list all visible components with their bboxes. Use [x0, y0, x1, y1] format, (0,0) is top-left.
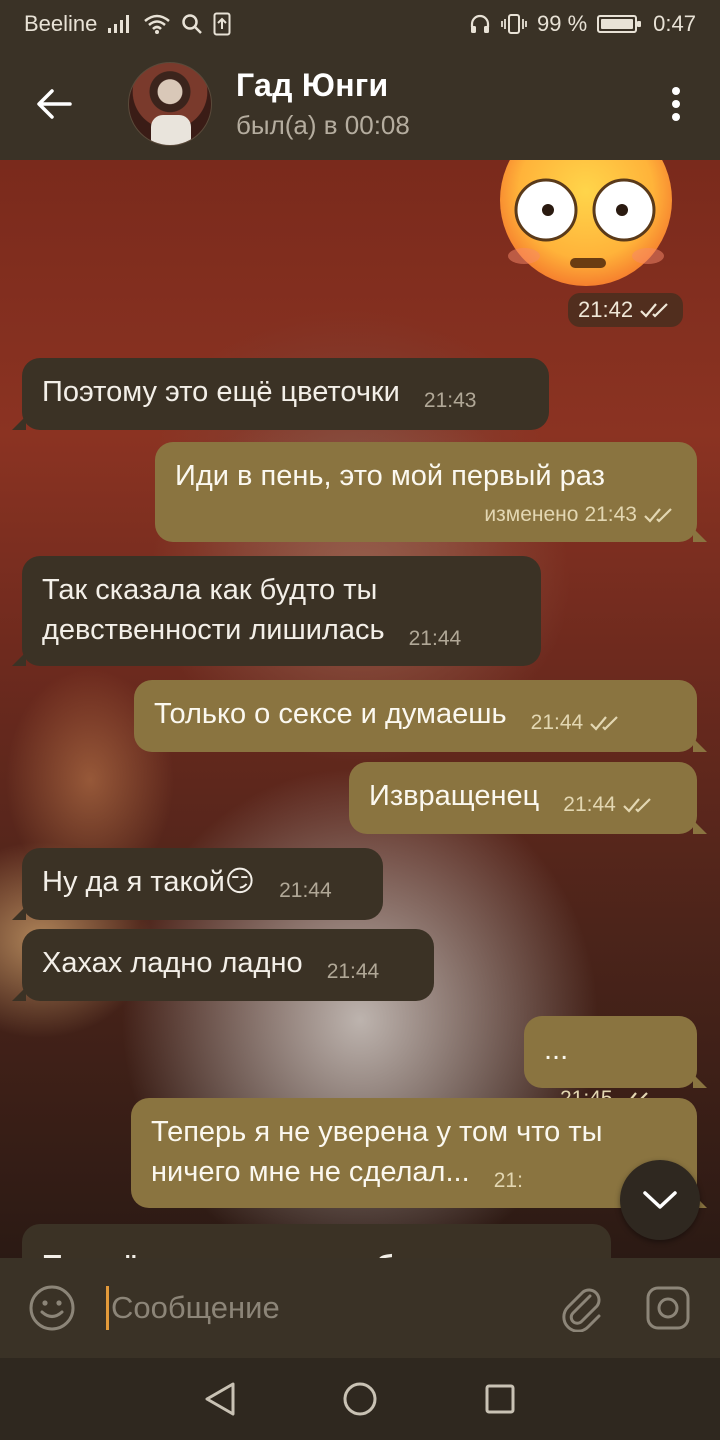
camera-icon: [646, 1286, 690, 1330]
message-incoming[interactable]: Прошёл месяц их дружбе: [22, 1224, 611, 1258]
message-text: Хахах ладно ладно: [42, 947, 303, 979]
message-meta: изменено 21:43: [484, 495, 677, 535]
message-outgoing[interactable]: ... 21:45: [524, 1016, 707, 1110]
triangle-back-icon: [205, 1382, 235, 1416]
message-text: Извращенец: [369, 780, 540, 812]
emoji-button[interactable]: [22, 1278, 82, 1338]
battery-icon: [597, 15, 642, 33]
double-check-icon: [590, 716, 619, 731]
headset-icon: [469, 13, 491, 35]
chat-title[interactable]: Гад Юнги был(а) в 00:08: [236, 67, 410, 141]
attach-button[interactable]: [552, 1278, 612, 1338]
edited-label: изменено: [484, 503, 579, 526]
chat-area[interactable]: 21:42 Поэтому это ещё цветочки 21:43 Иди…: [0, 160, 720, 1258]
nav-home-button[interactable]: [330, 1369, 390, 1429]
message-outgoing[interactable]: Иди в пень, это мой первый раз изменено …: [155, 442, 707, 542]
last-seen-status: был(а) в 00:08: [236, 110, 410, 140]
message-composer: [0, 1258, 720, 1358]
message-incoming[interactable]: Поэтому это ещё цветочки 21:43: [12, 358, 549, 430]
message-text: Поэтому это ещё цветочки: [42, 376, 400, 408]
arrow-left-icon: [37, 89, 72, 119]
circle-home-icon: [343, 1382, 377, 1416]
double-check-icon: [640, 303, 668, 318]
chat-name: Гад Юнги: [236, 67, 389, 103]
clock: 0:47: [653, 11, 696, 36]
message-text: Иди в пень, это мой первый раз: [175, 460, 605, 492]
message-outgoing[interactable]: Только о сексе и думаешь 21:44: [134, 680, 707, 752]
message-outgoing[interactable]: Извращенец 21:44: [349, 762, 707, 834]
message-text: Ну да я такой😏: [42, 866, 256, 898]
message-time: 21:: [493, 1169, 523, 1192]
square-recents-icon: [485, 1384, 515, 1414]
smile-icon: [29, 1285, 75, 1331]
chevron-down-icon: [643, 1191, 677, 1209]
double-check-icon: [623, 798, 651, 813]
message-outgoing[interactable]: Теперь я не уверена у том что ты ничего …: [131, 1098, 707, 1208]
message-input[interactable]: [106, 1286, 526, 1330]
battery-percent: 99 %: [537, 11, 588, 36]
message-incoming[interactable]: Ну да я такой😏 21:44: [12, 848, 383, 920]
camera-button[interactable]: [638, 1278, 698, 1338]
signal-icon: [107, 14, 133, 34]
system-navigation-bar: [0, 1358, 720, 1440]
wifi-icon: [143, 13, 171, 35]
chat-header: Гад Юнги был(а) в 00:08: [0, 48, 720, 160]
message-time: 21:44: [563, 793, 616, 816]
message-text: Прошёл месяц их дружбе: [42, 1250, 410, 1258]
avatar[interactable]: [128, 62, 212, 146]
message-time: 21:44: [279, 879, 332, 902]
message-text: Только о сексе и думаешь: [154, 698, 507, 730]
message-text: Теперь я не уверена у том что ты ничего …: [151, 1116, 603, 1188]
nav-back-button[interactable]: [190, 1369, 250, 1429]
message-time: 21:44: [530, 711, 584, 734]
message-meta: 21:44: [563, 785, 656, 825]
carrier-label: Beeline: [24, 11, 98, 36]
message-text: Так сказала как будто ты девственности л…: [42, 574, 385, 646]
message-time: 21:44: [408, 627, 462, 650]
message-meta: 21:44: [531, 703, 624, 743]
message-time: 21:43: [423, 389, 477, 412]
nav-recents-button[interactable]: [470, 1369, 530, 1429]
back-button[interactable]: [14, 48, 94, 160]
scroll-down-button[interactable]: [620, 1160, 700, 1240]
flushed-emoji-sticker[interactable]: [500, 160, 672, 290]
message-text: ...: [544, 1034, 569, 1066]
paperclip-icon: [562, 1288, 601, 1332]
search-icon: [181, 13, 203, 35]
vibrate-icon: [501, 13, 527, 35]
message-incoming[interactable]: Так сказала как будто ты девственности л…: [12, 556, 541, 666]
message-incoming[interactable]: Хахах ладно ладно 21:44: [12, 929, 434, 1001]
status-bar: Beeline 99 % 0:47: [0, 0, 720, 48]
upload-icon: [213, 12, 231, 36]
more-menu-button[interactable]: [646, 48, 706, 160]
sticker-timestamp: 21:42: [568, 293, 684, 327]
double-check-icon: [644, 508, 672, 523]
message-time: 21:42: [578, 297, 634, 322]
message-time: 21:43: [584, 503, 637, 526]
more-vertical-icon: [672, 87, 680, 121]
message-time: 21:44: [326, 960, 380, 983]
